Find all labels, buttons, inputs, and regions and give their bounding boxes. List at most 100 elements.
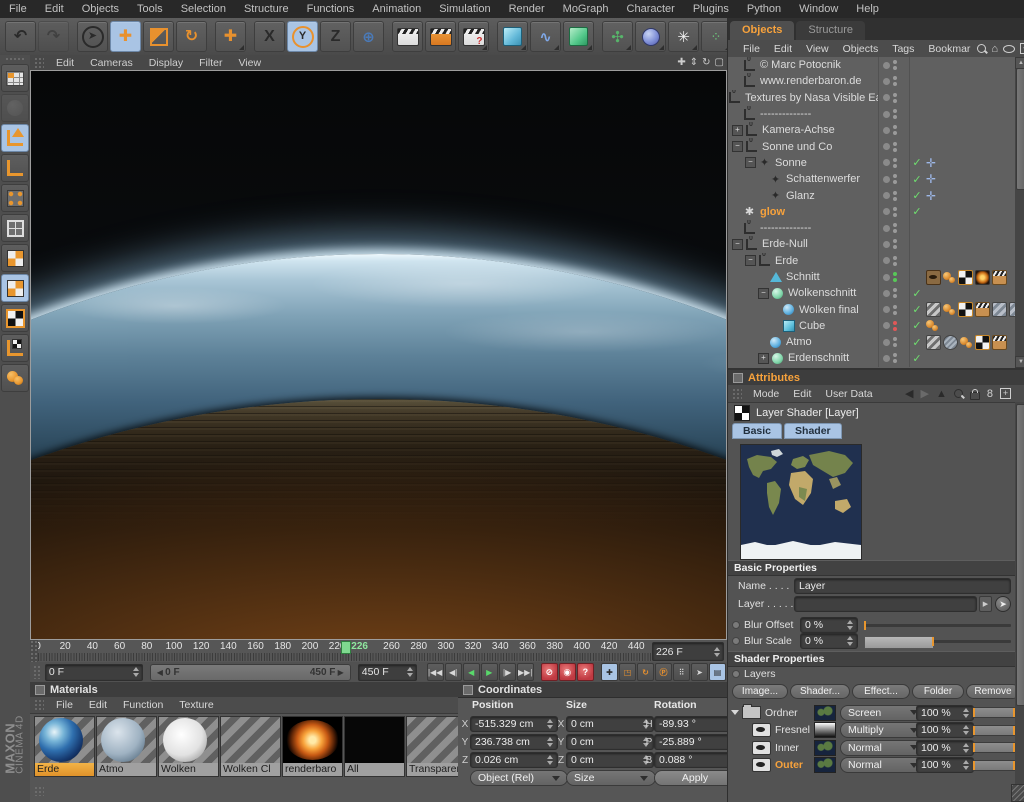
tree-row-[interactable]: -------------- [728,220,1015,236]
tab-structure[interactable]: Structure [796,21,865,40]
enabled-check-icon[interactable]: ✓ [910,336,924,349]
coord-field[interactable]: 236.738 cm [470,734,558,750]
add-panel-icon[interactable]: + [1000,388,1011,399]
panel-grip[interactable] [732,388,742,400]
editor-visibility-dot[interactable] [893,256,897,260]
render-visibility-dot[interactable] [893,359,897,363]
expand-toggle-icon[interactable]: − [745,157,756,168]
layer-opacity-slider[interactable] [972,725,1016,736]
add-particles-button[interactable]: ✳ [668,21,699,52]
tab-objects[interactable]: Objects [730,21,794,40]
attr-menu-user-data[interactable]: User Data [818,388,879,400]
viewport-menu-display[interactable]: Display [141,57,191,69]
layer-color-dot[interactable] [883,339,890,346]
om-menu-tags[interactable]: Tags [885,43,921,55]
editor-visibility-dot[interactable] [893,272,897,276]
panel-grip[interactable] [30,640,38,662]
key-scale-toggle[interactable]: ◳ [619,663,636,681]
shader-layer-row-outer[interactable]: OuterNormal100 % [728,757,1013,774]
model-mode-button[interactable] [1,124,29,152]
layer-color-dot[interactable] [883,111,890,118]
tree-row-wolken-final[interactable]: Wolken final✓ [728,301,1015,317]
tree-row-sonne[interactable]: −✦Sonne✓✛ [728,155,1015,171]
editor-visibility-dot[interactable] [893,60,897,64]
autokey-button[interactable]: ◉ [559,663,576,681]
render-visibility-dot[interactable] [893,343,897,347]
eye-icon[interactable] [752,723,771,737]
layer-opacity-slider[interactable] [972,707,1016,718]
folder-button[interactable]: Folder [912,684,964,699]
rotate-tool-button[interactable]: ↻ [176,21,207,52]
phong-tag-icon[interactable] [943,271,956,284]
layer-opacity-field[interactable]: 100 % [916,757,974,773]
expand-toggle-icon[interactable]: − [745,255,756,266]
layer-color-dot[interactable] [883,241,890,248]
search-icon[interactable] [954,389,963,398]
menubar-item-animation[interactable]: Animation [363,0,430,18]
tree-row-marc-potocnik[interactable]: © Marc Potocnik [728,57,1015,73]
animate-dot-icon[interactable] [732,637,740,645]
history-back-icon[interactable]: ◀ [905,387,913,400]
add-modifier-button[interactable]: ✣ [602,21,633,52]
panel-grip[interactable] [34,57,44,68]
editor-visibility-dot[interactable] [893,191,897,195]
blur-offset-slider[interactable] [864,624,1011,627]
expand-toggle-icon[interactable]: − [758,288,769,299]
panel-grip[interactable] [34,699,44,711]
layer-thumbnail[interactable] [814,740,836,756]
display-tag-icon[interactable] [926,270,941,285]
target-tag-icon[interactable]: ✛ [926,172,936,186]
coordinate-mode-dropdown[interactable]: Object (Rel) [470,770,568,786]
menubar-item-edit[interactable]: Edit [36,0,73,18]
layer-color-dot[interactable] [883,355,890,362]
blend-mode-dropdown[interactable]: Multiply [840,722,926,738]
eye-icon[interactable] [1003,45,1015,53]
eye-icon[interactable] [752,741,771,755]
checker-tag-icon[interactable] [975,335,990,350]
tree-row-wolkenschnitt[interactable]: −Wolkenschnitt✓ [728,285,1015,301]
blur-scale-slider[interactable] [864,640,1011,643]
tree-row-cube[interactable]: Cube✓ [728,318,1015,334]
layer-color-dot[interactable] [883,62,890,69]
material-all[interactable]: All [344,716,405,777]
clap-tag-icon[interactable] [975,302,990,317]
uv-mode-button[interactable] [1,364,29,392]
play-forwards-button[interactable]: ▶ [481,663,498,681]
add-panel-icon[interactable]: + [1020,43,1024,54]
material-wolken[interactable]: Wolken [158,716,219,777]
goto-start-button[interactable]: |◀◀ [427,663,444,681]
render-visibility-dot[interactable] [893,82,897,86]
shader-layer-row-inner[interactable]: InnerNormal100 % [728,739,1013,756]
edges-mode-button[interactable] [1,214,29,242]
menubar-item-structure[interactable]: Structure [235,0,298,18]
editor-visibility-dot[interactable] [893,174,897,178]
range-end-field[interactable]: 450 F [358,664,417,681]
layer-color-dot[interactable] [883,159,890,166]
key-position-toggle[interactable]: ✚ [601,663,618,681]
viewport-menu-filter[interactable]: Filter [191,57,230,69]
tree-row-atmo[interactable]: Atmo✓ [728,334,1015,350]
layer-thumbnail[interactable] [814,722,836,738]
layer-opacity-field[interactable]: 100 % [916,722,974,738]
materials-menu-edit[interactable]: Edit [81,699,115,711]
texture-button[interactable] [1,304,29,332]
name-input[interactable]: Layer [794,578,1011,594]
coordinate-system-button[interactable]: ⊕ [353,21,384,52]
enabled-check-icon[interactable]: ✓ [910,303,924,316]
menubar-item-character[interactable]: Character [618,0,684,18]
render-visibility-dot[interactable] [893,294,897,298]
layer-color-dot[interactable] [883,274,890,281]
render-visibility-dot[interactable] [893,180,897,184]
layer-color-dot[interactable] [883,192,890,199]
tree-row-erde[interactable]: −Erde [728,253,1015,269]
key-pla-toggle[interactable]: ⠿ [673,663,690,681]
layer-color-dot[interactable] [883,322,890,329]
materials-menu-texture[interactable]: Texture [171,699,221,711]
phong-tag-icon[interactable] [943,303,956,316]
blur-offset-field[interactable]: 0 % [800,617,858,633]
render-visibility-dot[interactable] [893,311,897,315]
panel-icon[interactable] [733,373,743,383]
menubar-item-plugins[interactable]: Plugins [684,0,738,18]
enabled-check-icon[interactable]: ✓ [910,352,924,365]
coord-field[interactable]: 0 cm [566,734,654,750]
